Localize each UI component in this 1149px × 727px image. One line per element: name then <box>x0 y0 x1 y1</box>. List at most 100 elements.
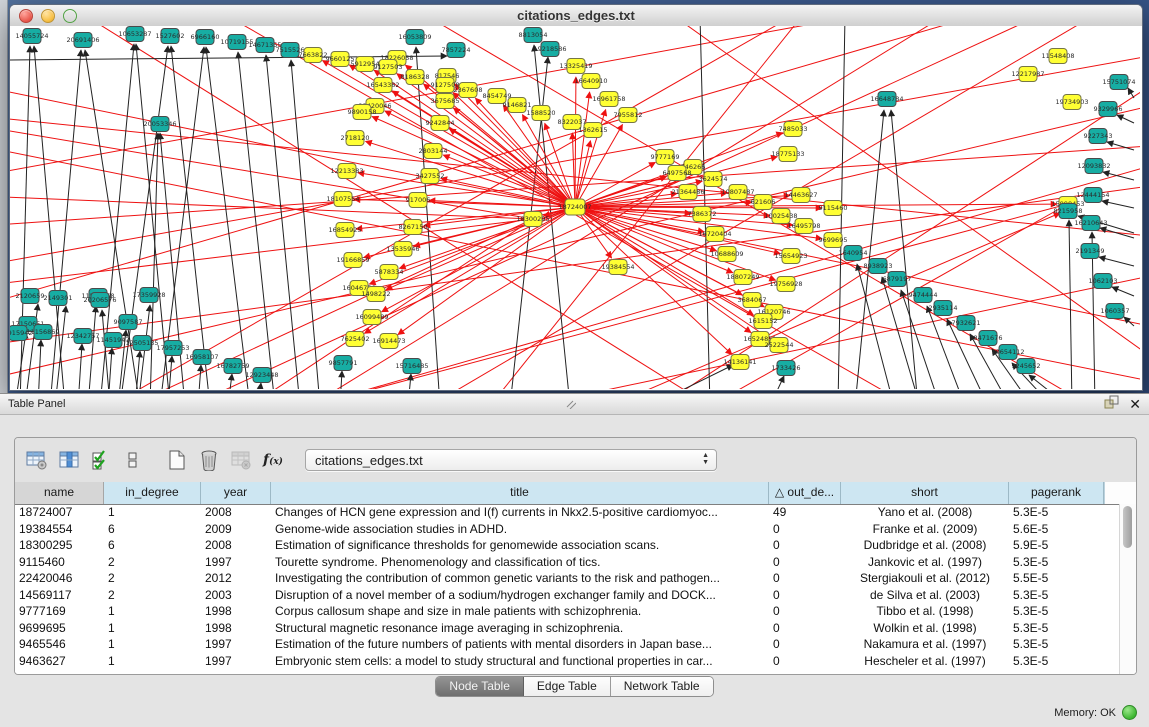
graph-node-label: 16648784 <box>870 95 903 103</box>
graph-node-label: 2191349 <box>1076 247 1105 255</box>
graph-node-label: 7625402 <box>341 335 370 343</box>
minimize-window-icon[interactable] <box>41 9 55 23</box>
column-header-in_degree[interactable]: in_degree <box>104 482 201 504</box>
table-vertical-scrollbar[interactable] <box>1119 504 1136 674</box>
table-cell: 5.9E-5 <box>1009 537 1104 554</box>
citation-edge-red[interactable] <box>575 141 590 207</box>
network-canvas[interactable]: 1405572420691406106532871527602696616010… <box>10 26 1142 390</box>
table-cell: 0 <box>769 620 841 637</box>
scrollbar-thumb[interactable] <box>1123 506 1132 548</box>
table-cell: 2008 <box>201 504 271 521</box>
graph-node-label: 2803144 <box>419 147 448 155</box>
citation-edge-red[interactable] <box>575 157 777 207</box>
table-row[interactable]: 1830029562008Estimation of significance … <box>15 537 1120 554</box>
graph-node-label: 12217987 <box>1011 70 1044 78</box>
tab-network-table[interactable]: Network Table <box>611 677 713 696</box>
citation-edge-black[interactable] <box>650 365 733 389</box>
citation-edge-black[interactable] <box>291 60 320 389</box>
table-row[interactable]: 911546021997Tourette syndrome. Phenomeno… <box>15 554 1120 571</box>
zoom-window-icon[interactable] <box>63 9 77 23</box>
table-row[interactable]: 977716911998Corpus callosum shape and si… <box>15 603 1120 620</box>
citation-edge-black[interactable] <box>408 374 411 389</box>
citation-edge-black[interactable] <box>198 365 201 389</box>
table-row[interactable]: 2242004622012Investigating the contribut… <box>15 570 1120 587</box>
citation-edge-red[interactable] <box>372 116 575 207</box>
graph-node-label: 2935114 <box>929 304 958 312</box>
citation-edge-black[interactable] <box>88 306 96 389</box>
window-titlebar[interactable]: citations_edges.txt <box>10 5 1142 27</box>
float-panel-icon[interactable] <box>1104 395 1119 414</box>
citation-edge-black[interactable] <box>770 376 784 389</box>
delete-table-disabled-icon[interactable] <box>227 445 255 475</box>
graph-node-label: 9857791 <box>329 359 358 367</box>
table-row[interactable]: 969969511998Structural magnetic resonanc… <box>15 620 1120 637</box>
graph-node-label: 12342757 <box>66 332 99 340</box>
citation-edge-black[interactable] <box>55 306 66 389</box>
column-header-name[interactable]: name <box>15 482 104 504</box>
table-cell: 5.3E-5 <box>1009 653 1104 670</box>
function-builder-icon[interactable]: f(x) <box>259 445 287 475</box>
citation-edge-black[interactable] <box>160 47 204 389</box>
citation-edge-black[interactable] <box>1117 115 1134 123</box>
table-row[interactable]: 1872400712008Changes of HCN gene express… <box>15 504 1120 521</box>
column-header-title[interactable]: title <box>271 482 769 504</box>
header-filler <box>1104 482 1136 504</box>
citation-edge-black[interactable] <box>38 340 41 389</box>
column-header-pagerank[interactable]: pagerank <box>1009 482 1104 504</box>
table-tab-bar: Node TableEdge TableNetwork Table <box>0 676 1149 697</box>
column-visibility-icon[interactable] <box>55 445 83 475</box>
tab-edge-table[interactable]: Edge Table <box>524 677 611 696</box>
table-selector-dropdown[interactable]: citations_edges.txt ▲▼ <box>305 449 717 471</box>
table-settings-icon[interactable] <box>23 445 51 475</box>
selection-mode-icon[interactable] <box>87 445 115 475</box>
table-cell: 6 <box>104 537 201 554</box>
citation-edge-black[interactable] <box>1102 201 1134 208</box>
table-body[interactable]: 1872400712008Changes of HCN gene express… <box>15 504 1120 674</box>
network-graph[interactable]: 1405572420691406106532871527602696616010… <box>10 26 1140 389</box>
citation-edge-red[interactable] <box>575 77 576 207</box>
graph-node-label: 9329966 <box>1094 105 1123 113</box>
citation-edge-black[interactable] <box>78 344 82 389</box>
citation-edge-black[interactable] <box>1103 172 1134 180</box>
tab-node-table[interactable]: Node Table <box>436 677 524 696</box>
new-document-icon[interactable] <box>163 445 191 475</box>
citation-edge-black[interactable] <box>258 383 261 389</box>
graph-node-label: 1640954 <box>839 249 868 257</box>
citation-edge-black[interactable] <box>1099 257 1134 266</box>
table-cell: Estimation of the future numbers of pati… <box>271 636 769 653</box>
citation-edge-red[interactable] <box>575 207 780 254</box>
citation-edge-black[interactable] <box>891 110 918 389</box>
close-window-icon[interactable] <box>19 9 33 23</box>
divider-grip-icon[interactable] <box>566 396 576 414</box>
citation-edge-red[interactable] <box>575 92 590 207</box>
citation-edge-black[interactable] <box>1124 317 1134 326</box>
graph-node-label: 13325419 <box>559 62 592 70</box>
citation-edge-black[interactable] <box>238 52 275 389</box>
table-cell: 2012 <box>201 570 271 587</box>
table-row[interactable]: 1938455462009Genome-wide association stu… <box>15 521 1120 538</box>
citation-edge-black[interactable] <box>135 351 140 389</box>
graph-node-label: 8215958 <box>1054 207 1083 215</box>
delete-icon[interactable] <box>195 445 223 475</box>
column-header-out_de[interactable]: △ out_de... <box>769 482 841 504</box>
graph-node-label: 12923448 <box>245 371 278 379</box>
column-header-short[interactable]: short <box>841 482 1009 504</box>
citation-edge-black[interactable] <box>1069 220 1072 389</box>
citation-edge-red[interactable] <box>10 196 533 219</box>
table-row[interactable]: 946554611997Estimation of the future num… <box>15 636 1120 653</box>
table-row[interactable]: 946362711997Embryonic stem cells: a mode… <box>15 653 1120 670</box>
table-row[interactable]: 1456911722003Disruption of a novel membe… <box>15 587 1120 604</box>
close-panel-icon[interactable]: ✕ <box>1129 394 1141 414</box>
citation-edge-black[interactable] <box>171 46 210 389</box>
table-cell: 9777169 <box>15 603 104 620</box>
citation-edge-black[interactable] <box>1100 228 1134 238</box>
background-window-edge <box>0 0 8 393</box>
citation-edge-black[interactable] <box>1112 287 1134 296</box>
table-cell: 1 <box>104 603 201 620</box>
graph-node-label: 10688609 <box>710 250 743 258</box>
citation-edge-black[interactable] <box>206 47 250 389</box>
row-height-icon[interactable] <box>119 445 147 475</box>
citation-edge-black[interactable] <box>108 348 112 389</box>
column-header-year[interactable]: year <box>201 482 271 504</box>
citation-edge-black[interactable] <box>1128 88 1134 98</box>
